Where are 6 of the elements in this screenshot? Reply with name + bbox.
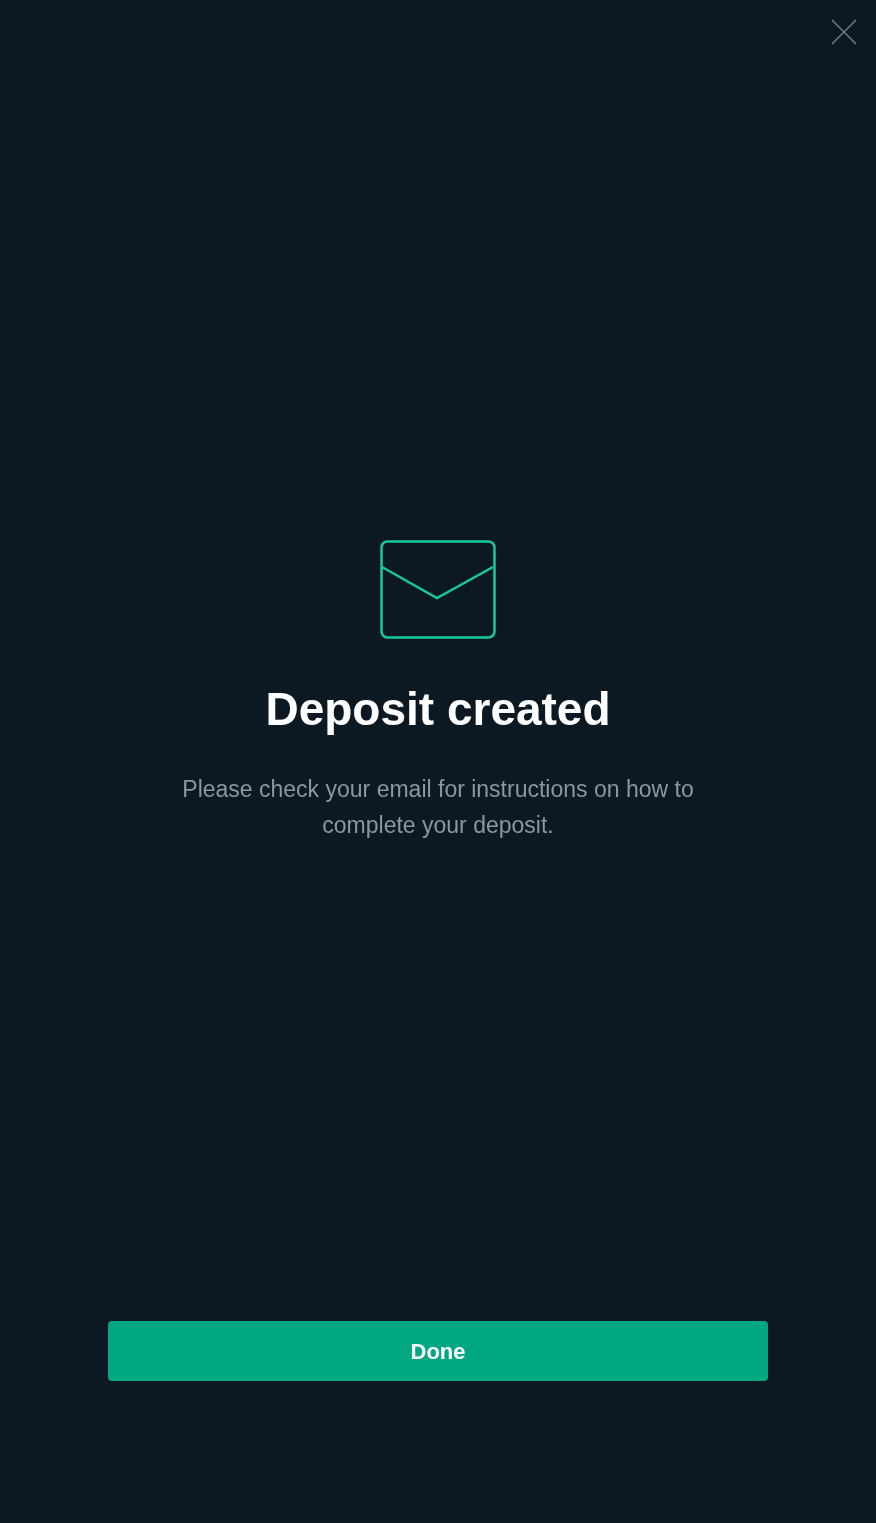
close-icon [831, 19, 857, 45]
dialog-title: Deposit created [265, 682, 611, 737]
done-button[interactable]: Done [108, 1321, 768, 1381]
envelope-icon [380, 540, 496, 639]
close-button[interactable] [830, 18, 858, 46]
dialog-message: Please check your email for instructions on how to complete your deposit. [181, 775, 695, 840]
